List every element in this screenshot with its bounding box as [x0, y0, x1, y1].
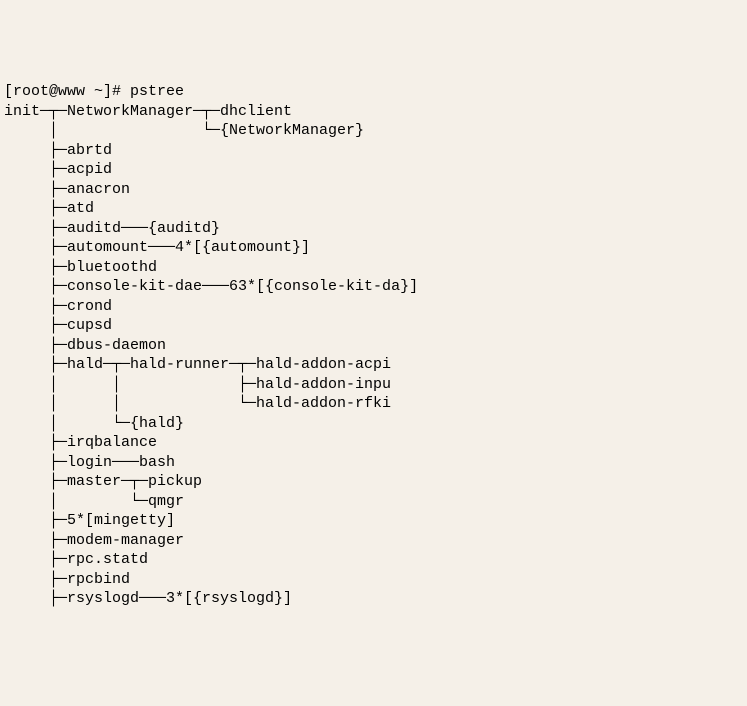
pstree-line: ├─atd: [4, 200, 94, 217]
shell-prompt: [root@www ~]#: [4, 83, 130, 100]
pstree-line: ├─rsyslogd───3*[{rsyslogd}]: [4, 590, 292, 607]
pstree-line: ├─rpcbind: [4, 571, 130, 588]
pstree-line: ├─cupsd: [4, 317, 112, 334]
pstree-line: ├─irqbalance: [4, 434, 157, 451]
pstree-line: │ │ ├─hald-addon-inpu: [4, 376, 391, 393]
pstree-line: ├─rpc.statd: [4, 551, 148, 568]
pstree-line: ├─login───bash: [4, 454, 175, 471]
pstree-line: ├─dbus-daemon: [4, 337, 166, 354]
pstree-line: │ └─{hald}: [4, 415, 184, 432]
pstree-line: │ └─qmgr: [4, 493, 184, 510]
pstree-line: ├─anacron: [4, 181, 130, 198]
pstree-line: ├─console-kit-dae───63*[{console-kit-da}…: [4, 278, 418, 295]
pstree-line: init─┬─NetworkManager─┬─dhclient: [4, 103, 292, 120]
pstree-line: ├─hald─┬─hald-runner─┬─hald-addon-acpi: [4, 356, 391, 373]
pstree-line: ├─acpid: [4, 161, 112, 178]
pstree-line: ├─abrtd: [4, 142, 112, 159]
terminal-output: [root@www ~]# pstree init─┬─NetworkManag…: [4, 82, 747, 609]
pstree-line: ├─crond: [4, 298, 112, 315]
pstree-line: │ └─{NetworkManager}: [4, 122, 364, 139]
pstree-line: ├─5*[mingetty]: [4, 512, 175, 529]
pstree-line: ├─master─┬─pickup: [4, 473, 202, 490]
pstree-line: ├─modem-manager: [4, 532, 184, 549]
pstree-line: │ │ └─hald-addon-rfki: [4, 395, 391, 412]
command-text: pstree: [130, 83, 184, 100]
pstree-line: ├─bluetoothd: [4, 259, 157, 276]
pstree-line: ├─automount───4*[{automount}]: [4, 239, 310, 256]
pstree-line: ├─auditd───{auditd}: [4, 220, 220, 237]
